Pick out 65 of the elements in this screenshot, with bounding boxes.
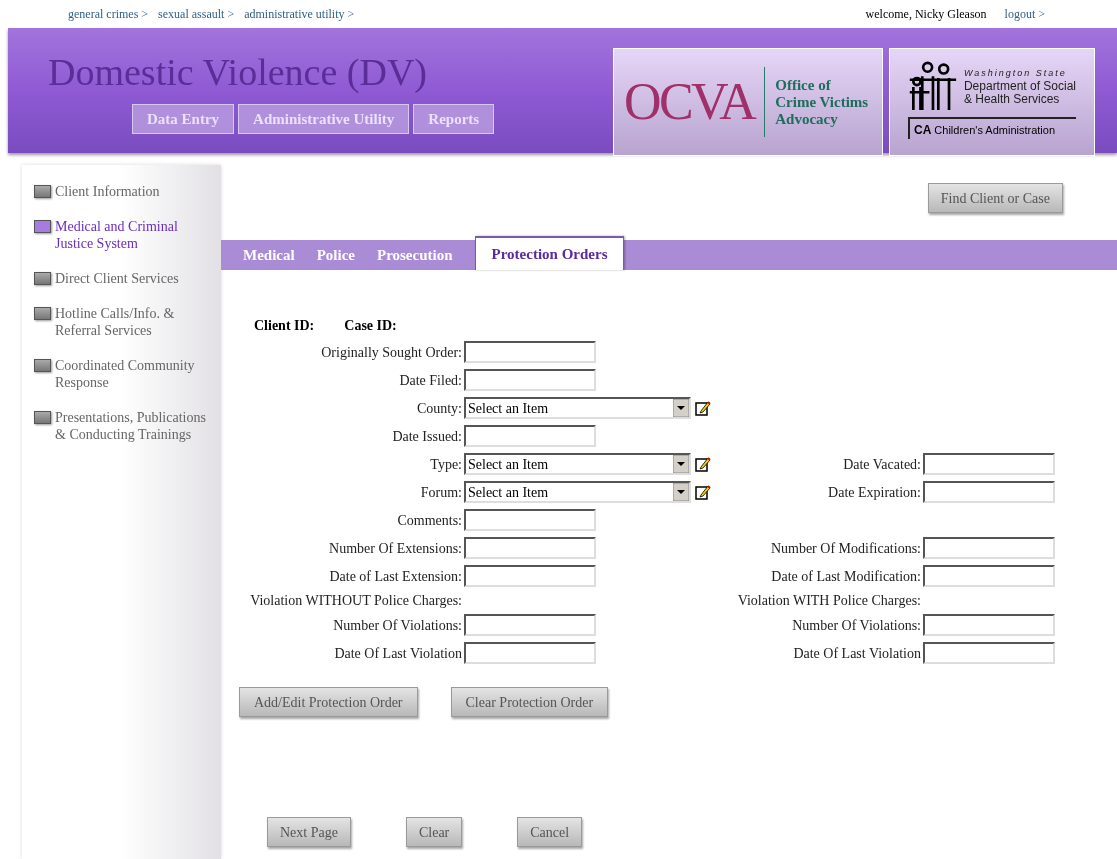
form-button[interactable]: Add/Edit Protection Order	[239, 687, 418, 717]
dropdown-field[interactable]: Select an Item	[464, 397, 691, 419]
text-field[interactable]	[464, 614, 596, 636]
page-button[interactable]: Clear	[405, 817, 463, 847]
edit-icon[interactable]	[695, 484, 711, 500]
dropdown-arrow-icon[interactable]	[673, 399, 689, 417]
sidebar-item[interactable]: Medical and Criminal Justice System	[34, 218, 221, 252]
text-field[interactable]	[923, 642, 1055, 664]
field-label: County:	[416, 399, 462, 418]
sidebar-item[interactable]: Client Information	[34, 183, 221, 200]
dropdown-field[interactable]: Select an Item	[464, 481, 691, 503]
text-field[interactable]	[923, 614, 1055, 636]
top-link[interactable]: sexual assault >	[158, 5, 235, 23]
field-label: Date Of Last Violation	[793, 644, 921, 663]
field-label: Forum:	[420, 483, 462, 502]
text-field[interactable]	[464, 425, 596, 447]
field-label: Date Vacated:	[843, 455, 921, 474]
app-title: Domestic Violence (DV)	[48, 50, 429, 94]
field-label: Date of Last Extension:	[329, 567, 462, 586]
field-label: Comments:	[397, 511, 462, 530]
sidebar-item[interactable]: Presentations, Publications & Conducting Trainings	[34, 409, 221, 443]
text-field[interactable]	[923, 481, 1055, 503]
ocva-logo: OCVA Office of Crime Victims Advocacy	[613, 48, 883, 156]
page-button[interactable]: Next Page	[267, 817, 351, 847]
welcome-text: welcome, Nicky Gleason	[865, 6, 987, 23]
text-field[interactable]	[464, 509, 596, 531]
section-heading: Violation WITHOUT Police Charges:	[250, 592, 462, 610]
sidebar-item[interactable]: Coordinated Community Response	[34, 357, 221, 391]
page-button[interactable]: Cancel	[517, 817, 583, 847]
text-field[interactable]	[464, 537, 596, 559]
field-label: Date of Last Modification:	[771, 567, 921, 586]
dropdown-field[interactable]: Select an Item	[464, 453, 691, 475]
field-label: Number Of Extensions:	[329, 539, 462, 558]
text-field[interactable]	[923, 453, 1055, 475]
edit-icon[interactable]	[695, 456, 711, 472]
edit-icon[interactable]	[695, 400, 711, 416]
text-field[interactable]	[923, 565, 1055, 587]
text-field[interactable]	[464, 565, 596, 587]
logout-link[interactable]: logout >	[1004, 5, 1045, 23]
find-client-button[interactable]: Find Client or Case	[927, 183, 1063, 213]
top-link[interactable]: general crimes >	[68, 5, 149, 23]
text-field[interactable]	[464, 341, 596, 363]
dshs-logo: Washington State Department of Social & Health Services CA Children's Administration	[889, 48, 1095, 156]
field-label: Date Filed:	[399, 371, 462, 390]
id-label: Client ID:	[254, 317, 315, 335]
text-field[interactable]	[464, 642, 596, 664]
field-label: Number Of Violations:	[792, 616, 921, 635]
field-label: Number Of Modifications:	[770, 539, 921, 558]
form-button[interactable]: Clear Protection Order	[450, 687, 609, 717]
field-label: Originally Sought Order:	[321, 343, 462, 362]
field-label: Date Expiration:	[828, 483, 921, 502]
text-field[interactable]	[923, 537, 1055, 559]
dropdown-arrow-icon[interactable]	[673, 483, 689, 501]
top-link[interactable]: administrative utility >	[244, 5, 355, 23]
field-label: Number Of Violations:	[333, 616, 462, 635]
field-label: Type:	[430, 455, 462, 474]
text-field[interactable]	[464, 369, 596, 391]
sidebar-item[interactable]: Direct Client Services	[34, 270, 221, 287]
tab[interactable]: Protection Orders	[474, 236, 625, 270]
section-heading: Violation WITH Police Charges:	[737, 592, 921, 610]
sidebar-item[interactable]: Hotline Calls/Info. & Referral Services	[34, 305, 221, 339]
dropdown-arrow-icon[interactable]	[673, 455, 689, 473]
id-label: Case ID:	[344, 317, 397, 335]
field-label: Date Issued:	[392, 427, 462, 446]
field-label: Date Of Last Violation	[334, 644, 462, 663]
